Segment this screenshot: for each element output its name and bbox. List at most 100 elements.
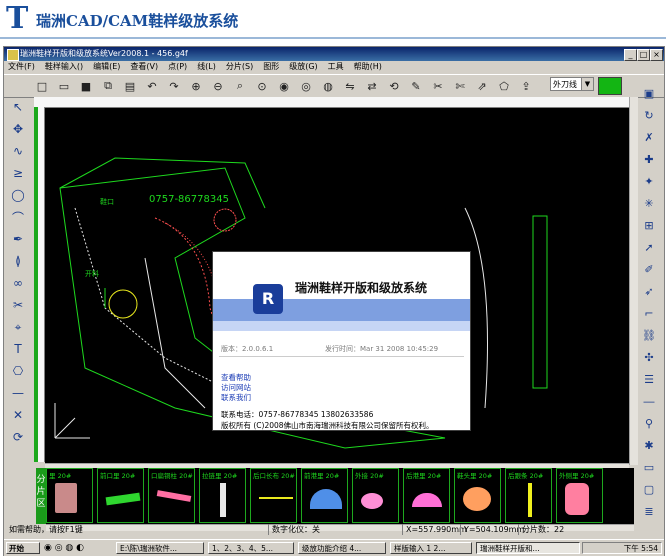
taskbar-task[interactable]: 瑞洲鞋样开版和... [476,542,580,554]
menu-item-9[interactable]: 工具 [328,62,344,71]
line-color-swatch[interactable] [598,77,622,95]
plus-icon[interactable]: ✚ [640,151,658,167]
knife-icon[interactable]: ✂ [430,78,446,94]
flip-icon[interactable]: ⇄ [364,78,380,94]
piece-thumbnail[interactable]: 后跟条 20# [505,468,552,523]
rotate-right-icon[interactable]: ↻ [640,107,658,123]
piece-thumbnail[interactable]: 鞋头里 20# [454,468,501,523]
curve-icon[interactable]: ⌒ [8,208,28,226]
menu-item-2[interactable]: 编辑(E) [93,62,120,71]
piece-label: 拉链里 20# [202,472,238,480]
spark-icon[interactable]: ✱ [640,437,658,453]
zoom-in-icon[interactable]: ⊕ [188,78,204,94]
eye-icon[interactable]: ◉ [276,78,292,94]
taskbar-task[interactable]: 样版输入 1 2... [390,542,472,554]
menu-item-8[interactable]: 级放(G) [289,62,317,71]
new-file-icon[interactable]: □ [34,78,50,94]
menu-item-4[interactable]: 点(P) [168,62,187,71]
copy-icon[interactable]: ⧉ [100,78,116,94]
paste-icon[interactable]: ▤ [122,78,138,94]
piece-thumbnail[interactable]: 拉链里 20# [199,468,246,523]
menu-item-7[interactable]: 图形 [263,62,279,71]
shape-icon[interactable]: ⬠ [496,78,512,94]
parallel-icon[interactable]: ≬ [8,252,28,270]
rotate-tool-icon[interactable]: ⟳ [8,428,28,446]
text-icon[interactable]: T [8,340,28,358]
grade-icon[interactable]: ⇗ [474,78,490,94]
save-icon[interactable]: ■ [78,78,94,94]
frame-icon[interactable]: ▢ [640,481,658,497]
taskbar-task[interactable]: E:\陈\瑞洲软件... [116,542,204,554]
minus-icon[interactable]: ✦ [640,173,658,189]
mirror-icon[interactable]: ⇋ [342,78,358,94]
quick-launch-icons[interactable]: ◉ ◎ ◍ ◐ [44,543,84,553]
pin-icon[interactable]: ⚲ [640,415,658,431]
pieces-strip: 里 20# 前口里 20# 口扁铜柱 20# 拉链里 20# 后口长布 20# 前港里 2… [46,468,634,524]
arrow-icon[interactable]: ➚ [640,239,658,255]
menu-item-6[interactable]: 分片(S) [226,62,253,71]
rocket-icon[interactable]: ➶ [640,283,658,299]
cut-icon[interactable]: ✄ [452,78,468,94]
stamp-icon[interactable]: ⎔ [8,362,28,380]
stack-icon[interactable]: ≣ [640,503,658,519]
close-button[interactable]: × [650,49,663,61]
view-icon[interactable]: ◍ [320,78,336,94]
piece-thumbnail[interactable]: 外侧里 20# [556,468,603,523]
piece-thumbnail[interactable]: 前港里 20# [301,468,348,523]
pen-tool-icon[interactable]: ✒ [8,230,28,248]
angle-icon[interactable]: ≥ [8,164,28,182]
menu-item-1[interactable]: 鞋样输入() [45,62,83,71]
windows-taskbar: 开始 ◉ ◎ ◍ ◐ E:\陈\瑞洲软件... 1、2、3、4、5... 级放功能介… [4,539,664,556]
taskbar-task[interactable]: 1、2、3、4、5... [208,542,294,554]
move-icon[interactable]: ✥ [8,120,28,138]
select-arrow-icon[interactable]: ↖ [8,98,28,116]
rotate-icon[interactable]: ⟲ [386,78,402,94]
brush-icon[interactable]: ✐ [640,261,658,277]
maximize-button[interactable]: □ [637,49,650,61]
line-tool-icon[interactable]: ― [640,393,658,409]
chain-icon[interactable]: ⛓ [640,327,658,343]
x-mark-icon[interactable]: ✗ [640,129,658,145]
wave-line-icon[interactable]: ∿ [8,142,28,160]
piece-thumbnail[interactable]: 前口里 20# [97,468,144,523]
piece-thumbnail[interactable]: 后港里 20# [403,468,450,523]
window-titlebar[interactable]: 瑞洲鞋样开版和级放系统Ver2008.1 - 456.g4f _ □ × [4,47,664,61]
hook-icon[interactable]: ⌐ [640,305,658,321]
zoom-all-icon[interactable]: ⊙ [254,78,270,94]
minimize-button[interactable]: _ [624,49,637,61]
canvas-vertical-scrollbar[interactable] [629,97,638,465]
fan-icon[interactable]: ✣ [640,349,658,365]
piece-thumbnail[interactable]: 后口长布 20# [250,468,297,523]
piece-thumbnail[interactable]: 里 20# [46,468,93,523]
bars-icon[interactable]: ☰ [640,371,658,387]
open-file-icon[interactable]: ▭ [56,78,72,94]
taskbar-task[interactable]: 级放功能介绍 4... [298,542,386,554]
star-icon[interactable]: ✳ [640,195,658,211]
grid-icon[interactable]: ⊞ [640,217,658,233]
piece-thumbnail[interactable]: 口扁铜柱 20# [148,468,195,523]
start-button[interactable]: 开始 [6,542,40,554]
line-icon[interactable]: — [8,384,28,402]
screen-icon[interactable]: ▭ [640,459,658,475]
eye-alt-icon[interactable]: ◎ [298,78,314,94]
menu-item-10[interactable]: 帮助(H) [354,62,382,71]
chevron-down-icon[interactable]: ▼ [581,78,593,90]
knife-line-select[interactable]: 外刀线 ▼ [550,77,594,91]
cross-icon[interactable]: ✕ [8,406,28,424]
zoom-out-icon[interactable]: ⊖ [210,78,226,94]
scissors-icon[interactable]: ✂ [8,296,28,314]
redo-icon[interactable]: ↷ [166,78,182,94]
splash-link-contact[interactable]: 联系我们 [221,392,251,403]
menu-item-3[interactable]: 查看(V) [130,62,158,71]
piece-thumbnail[interactable]: 外接 20# [352,468,399,523]
measure-icon[interactable]: ⌖ [8,318,28,336]
undo-icon[interactable]: ↶ [144,78,160,94]
pen-icon[interactable]: ✎ [408,78,424,94]
circle-icon[interactable]: ◯ [8,186,28,204]
zoom-window-icon[interactable]: ⌕ [232,78,248,94]
loop-icon[interactable]: ∞ [8,274,28,292]
menu-item-0[interactable]: 文件(F) [8,62,35,71]
export-icon[interactable]: ⇪ [518,78,534,94]
disk-icon[interactable]: ▣ [640,85,658,101]
menu-item-5[interactable]: 线(L) [197,62,216,71]
